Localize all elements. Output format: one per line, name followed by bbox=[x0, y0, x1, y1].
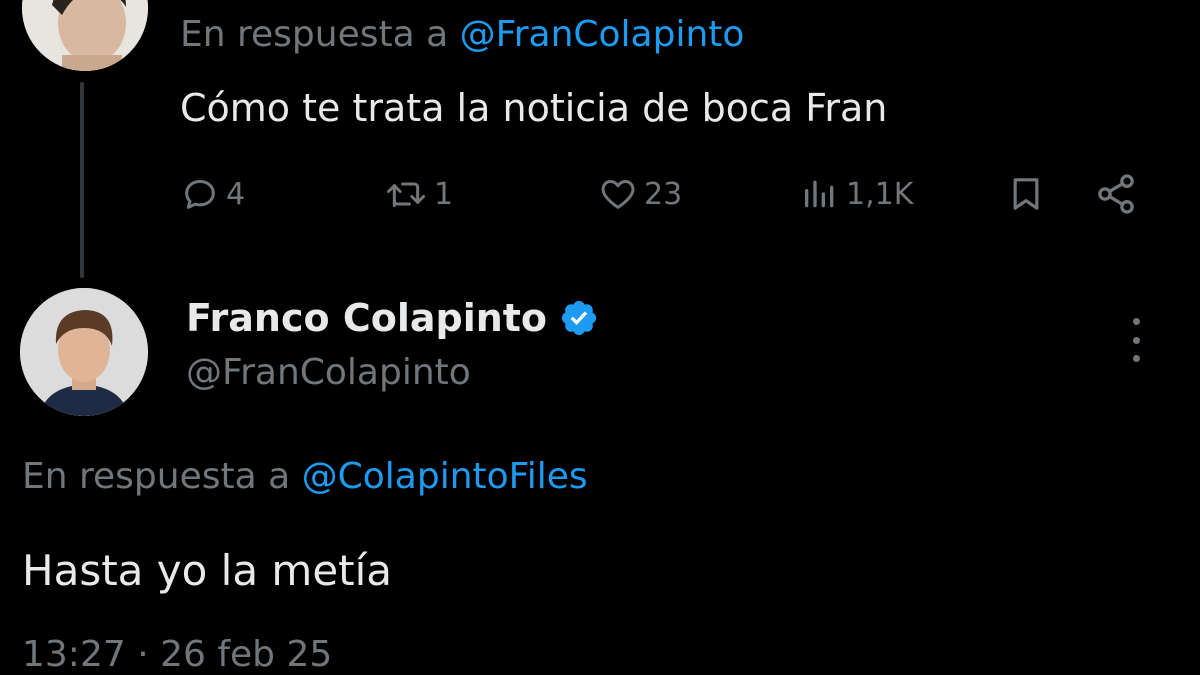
author-avatar[interactable] bbox=[20, 288, 148, 416]
tweet-timestamp[interactable]: 13:27 · 26 feb 25 bbox=[22, 634, 332, 675]
bookmark-button[interactable] bbox=[1006, 172, 1046, 216]
bookmark-icon bbox=[1006, 174, 1046, 214]
reply-to-prefix: En respuesta a bbox=[22, 456, 291, 497]
author-name-row[interactable]: Franco Colapinto bbox=[186, 296, 599, 340]
thread-connector-line bbox=[80, 82, 84, 278]
reply-to-mention-link[interactable]: @FranColapinto bbox=[460, 14, 745, 55]
heart-icon bbox=[598, 174, 638, 214]
author-name[interactable]: Franco Colapinto bbox=[186, 296, 547, 340]
parent-tweet-text: Cómo te trata la noticia de boca Fran bbox=[180, 86, 888, 130]
views-icon bbox=[800, 174, 840, 214]
views-button[interactable]: 1,1K bbox=[800, 172, 913, 216]
more-dot bbox=[1132, 355, 1140, 362]
main-reply-to: En respuesta a @ColapintoFiles bbox=[22, 456, 588, 497]
reply-button[interactable]: 4 bbox=[180, 172, 245, 216]
parent-reply-to: En respuesta a @FranColapinto bbox=[180, 14, 744, 55]
reply-count: 4 bbox=[226, 176, 246, 212]
reply-to-mention-link[interactable]: @ColapintoFiles bbox=[302, 456, 588, 497]
author-handle[interactable]: @FranColapinto bbox=[186, 352, 471, 393]
reply-icon bbox=[180, 174, 220, 214]
like-button[interactable]: 23 bbox=[598, 172, 682, 216]
parent-tweet-avatar[interactable] bbox=[22, 0, 148, 71]
more-options-icon[interactable] bbox=[1122, 318, 1150, 362]
views-count: 1,1K bbox=[846, 176, 914, 212]
verified-badge-icon bbox=[559, 298, 599, 338]
more-dot bbox=[1132, 318, 1140, 325]
share-icon bbox=[1094, 172, 1138, 216]
retweet-button[interactable]: 1 bbox=[384, 172, 453, 216]
share-button[interactable] bbox=[1094, 172, 1138, 216]
more-dot bbox=[1132, 336, 1140, 344]
retweet-icon bbox=[384, 174, 428, 214]
retweet-count: 1 bbox=[434, 176, 454, 212]
reply-to-prefix: En respuesta a bbox=[180, 14, 449, 55]
like-count: 23 bbox=[644, 176, 683, 212]
main-tweet-text: Hasta yo la metía bbox=[22, 546, 393, 595]
